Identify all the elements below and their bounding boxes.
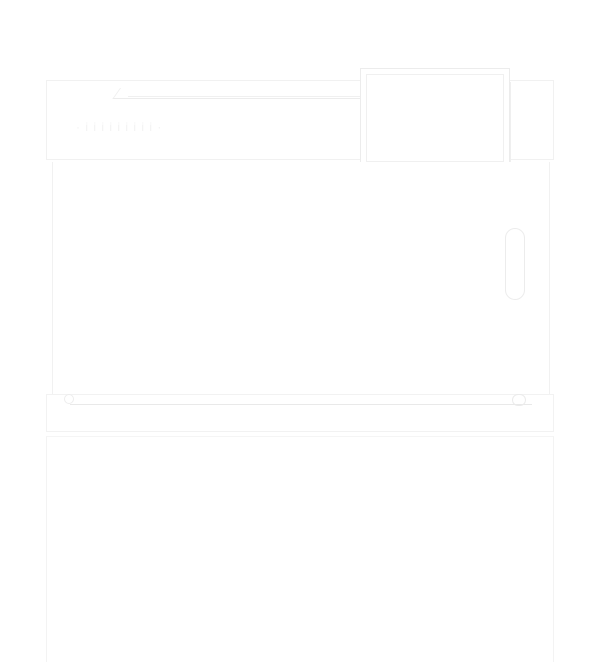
main-body: [52, 162, 550, 398]
canvas: · i i i i i i i i i ·: [0, 0, 616, 662]
tab-box-inner: [366, 74, 504, 162]
foot-right: [512, 394, 526, 406]
top-strip-line: [128, 96, 364, 97]
foot-left: [64, 394, 74, 404]
bottom-band: [46, 394, 554, 432]
top-strip: [112, 88, 371, 99]
lower-region: [46, 436, 554, 662]
panel-label: · i i i i i i i i i ·: [76, 120, 163, 134]
bottom-rail: [70, 404, 532, 405]
door-handle[interactable]: [505, 228, 525, 300]
divider: [510, 82, 511, 162]
